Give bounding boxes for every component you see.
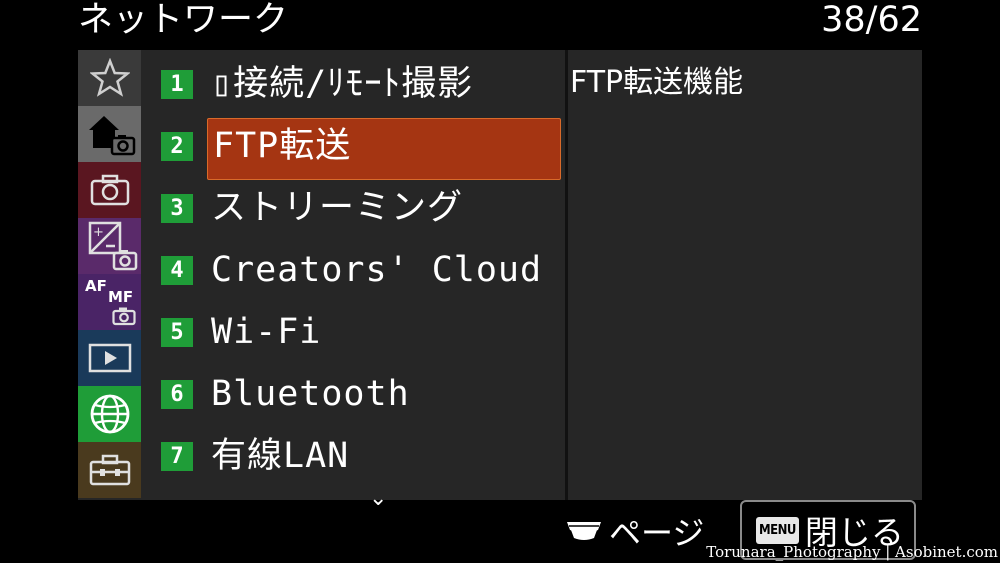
tab-network[interactable]	[78, 386, 141, 442]
toolbox-icon	[89, 454, 130, 486]
tab-setup[interactable]	[78, 442, 141, 498]
menu-item-connection-remote[interactable]: 1 ▯接続/ﾘﾓｰﾄ撮影	[141, 52, 565, 114]
page-hint[interactable]: ページ	[565, 506, 704, 556]
screen-title: ネットワーク	[78, 0, 289, 40]
af-mf-camera-icon: AF MF	[78, 274, 141, 330]
item-number-badge: 5	[161, 318, 193, 347]
af-text: AF	[85, 277, 107, 295]
menu-item-label: Creators' Cloud	[211, 250, 543, 290]
menu-item-streaming[interactable]: 3 ストリーミング	[141, 176, 565, 238]
tab-focus[interactable]: AF MF	[78, 274, 141, 330]
svg-text:+: +	[93, 225, 104, 240]
home-camera-icon	[88, 116, 135, 156]
menu-panel: + AF MF 1 ▯接続/ﾘﾓｰﾄ撮影 2 FTP転送 3 ストリーミング 4…	[78, 50, 922, 511]
item-number-badge: 3	[161, 194, 193, 223]
globe-icon	[90, 394, 129, 434]
dial-icon	[567, 522, 601, 540]
playback-icon	[88, 343, 131, 373]
scroll-down-indicator[interactable]: ⌄	[369, 486, 387, 511]
mf-text: MF	[108, 288, 134, 306]
page-hint-label: ページ	[609, 514, 705, 552]
menu-item-wifi[interactable]: 5 Wi-Fi	[141, 300, 565, 362]
menu-item-label: 有線LAN	[211, 436, 350, 476]
menu-item-wired-lan[interactable]: 7 有線LAN	[141, 424, 565, 486]
menu-key-icon: MENU	[756, 516, 799, 544]
exposure-camera-icon: +	[88, 221, 137, 271]
menu-item-bluetooth[interactable]: 6 Bluetooth	[141, 362, 565, 424]
item-number-badge: 7	[161, 442, 193, 471]
item-number-badge: 6	[161, 380, 193, 409]
menu-list: 1 ▯接続/ﾘﾓｰﾄ撮影 2 FTP転送 3 ストリーミング 4 Creator…	[141, 50, 565, 511]
menu-item-label: FTP転送	[213, 126, 352, 166]
item-number-badge: 2	[161, 132, 193, 161]
watermark: Torunara_Photography | Asobinet.com	[706, 543, 998, 561]
tab-exposure[interactable]: +	[78, 218, 141, 274]
menu-item-label: ▯接続/ﾘﾓｰﾄ撮影	[211, 64, 474, 104]
menu-item-label: ストリーミング	[211, 188, 464, 228]
tab-shooting[interactable]	[78, 162, 141, 218]
item-description: FTP転送機能	[570, 65, 744, 100]
tab-playback[interactable]	[78, 330, 141, 386]
tab-main[interactable]	[78, 106, 141, 162]
category-tabs: + AF MF	[78, 50, 141, 500]
menu-item-label: Bluetooth	[211, 374, 410, 414]
item-number-badge: 1	[161, 70, 193, 99]
camera-icon	[90, 174, 129, 206]
item-number-badge: 4	[161, 256, 193, 285]
menu-item-label: Wi-Fi	[211, 312, 322, 352]
page-counter: 38/62	[821, 0, 922, 40]
menu-item-creators-cloud[interactable]: 4 Creators' Cloud	[141, 238, 565, 300]
star-icon	[89, 58, 130, 97]
tab-favorites[interactable]	[78, 50, 141, 106]
panel-divider	[565, 50, 568, 500]
menu-item-ftp-transfer[interactable]: 2 FTP転送	[141, 114, 565, 180]
